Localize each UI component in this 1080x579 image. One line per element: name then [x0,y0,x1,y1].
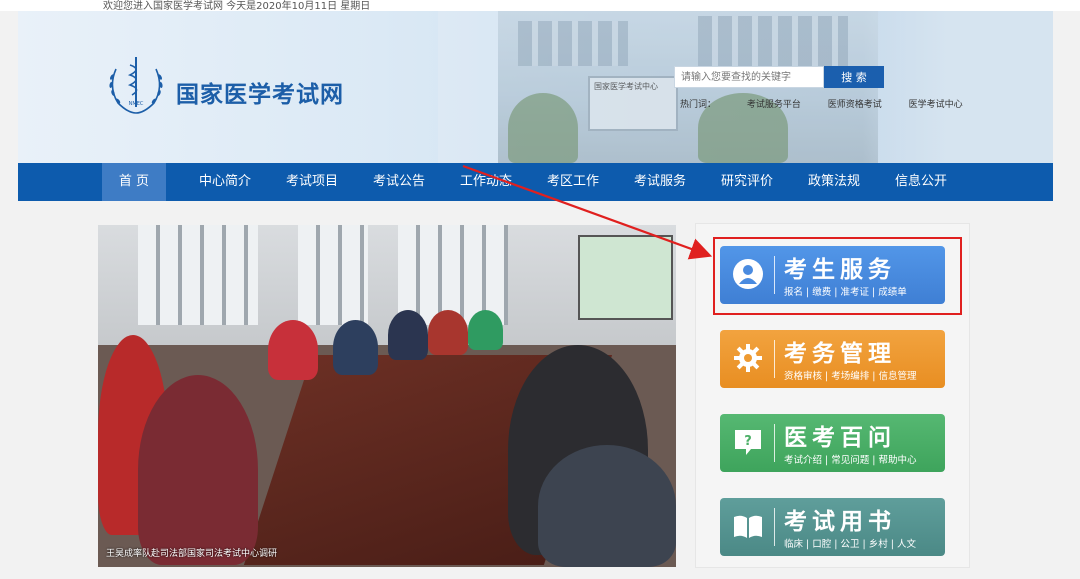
header-banner: 国家医学考试中心 NMEC 国家医学考试网 搜 索 热门词： 考试服务平台 医师… [18,11,1053,163]
nav-item-announcements[interactable]: 考试公告 [362,163,436,201]
highlight-box [713,237,962,315]
news-photo[interactable]: 王昊成率队赴司法部国家司法考试中心调研 [98,225,676,567]
exam-books-button[interactable]: 考试用书 临床 | 口腔 | 公卫 | 乡村 | 人文 [720,498,945,556]
search-input[interactable] [674,66,824,88]
service-subtitle: 考试介绍 | 常见问题 | 帮助中心 [784,455,917,466]
nav-item-exam-services[interactable]: 考试服务 [623,163,697,201]
logo-emblem-icon[interactable]: NMEC [102,51,170,119]
nav-item-policy[interactable]: 政策法规 [797,163,871,201]
nav-item-exam-projects[interactable]: 考试项目 [275,163,349,201]
hot-keyword-link[interactable]: 医学考试中心 [909,100,963,110]
photo-caption[interactable]: 王昊成率队赴司法部国家司法考试中心调研 [106,546,277,559]
main-nav: 首 页 中心简介 考试项目 考试公告 工作动态 考区工作 考试服务 研究评价 政… [18,163,1053,201]
hot-keywords-label: 热门词： [680,100,717,110]
service-title: 考试用书 [784,509,896,535]
nav-item-info-public[interactable]: 信息公开 [884,163,958,201]
nav-item-about[interactable]: 中心简介 [188,163,262,201]
service-title: 医考百问 [784,425,896,451]
service-subtitle: 临床 | 口腔 | 公卫 | 乡村 | 人文 [784,539,916,550]
exam-management-button[interactable]: 考务管理 资格审核 | 考场编排 | 信息管理 [720,330,945,388]
building-sign: 国家医学考试中心 [594,82,658,91]
book-icon [734,515,762,538]
hot-keyword-link[interactable]: 医师资格考试 [828,100,882,110]
top-bar: 欢迎您进入国家医学考试网 今天是2020年10月11日 星期日 [0,0,1080,12]
svg-text:NMEC: NMEC [129,101,144,107]
nav-item-exam-areas[interactable]: 考区工作 [536,163,610,201]
svg-text:?: ? [744,434,752,449]
search-button[interactable]: 搜 索 [824,66,884,88]
faq-button[interactable]: ? 医考百问 考试介绍 | 常见问题 | 帮助中心 [720,414,945,472]
hot-keyword-link[interactable]: 考试服务平台 [747,100,801,110]
nav-item-research[interactable]: 研究评价 [710,163,784,201]
service-subtitle: 资格审核 | 考场编排 | 信息管理 [784,371,917,382]
question-bubble-icon: ? [735,430,761,455]
hot-keywords: 热门词： 考试服务平台 医师资格考试 医学考试中心 [680,97,987,110]
service-title: 考务管理 [784,341,896,367]
nav-item-work-news[interactable]: 工作动态 [449,163,523,201]
nav-item-home[interactable]: 首 页 [102,163,166,201]
site-title[interactable]: 国家医学考试网 [176,75,344,109]
gear-icon [734,344,762,372]
